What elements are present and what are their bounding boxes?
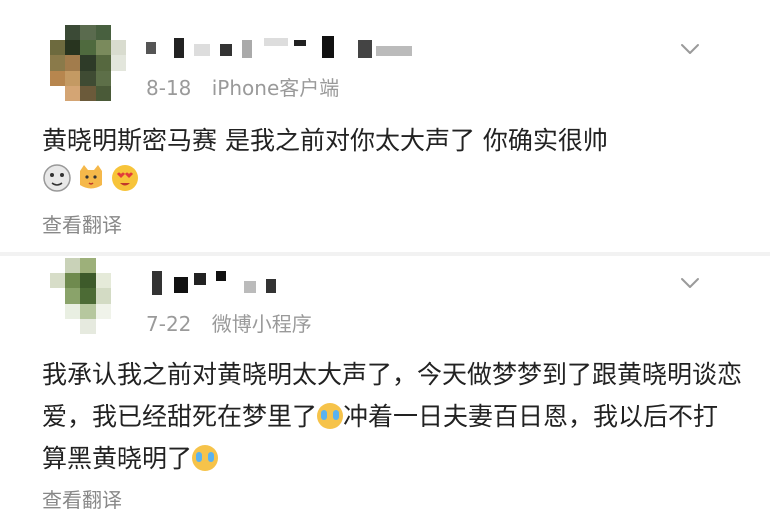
post-date: 8-18: [146, 76, 192, 100]
avatar[interactable]: [50, 25, 126, 101]
post-meta: 8-18 iPhone客户端: [146, 72, 339, 101]
username-blurred[interactable]: [146, 271, 296, 295]
heart-eyes-icon: [112, 165, 138, 191]
post-date: 7-22: [146, 312, 192, 336]
crying-icon: [192, 445, 219, 471]
cat-kiss-icon: [80, 165, 102, 189]
post-source: iPhone客户端: [211, 76, 340, 100]
comment-item: 7-22 微博小程序 我承认我之前对黄晓明太大声了，今天做梦梦到了跟黄晓明谈恋爱…: [0, 252, 770, 529]
comment-text: 黄晓明斯密马赛 是我之前对你太大声了 你确实很帅: [42, 126, 608, 155]
chevron-down-icon[interactable]: [679, 272, 701, 294]
chevron-down-icon[interactable]: [679, 38, 701, 60]
comment-item: 8-18 iPhone客户端 黄晓明斯密马赛 是我之前对你太大声了 你确实很帅 …: [0, 0, 770, 252]
comment-text: 我承认我之前对黄晓明太大声了，今天做梦梦到了跟黄晓明谈恋爱，我已经甜死在梦里了冲…: [42, 354, 742, 480]
emoji-row: [42, 163, 140, 193]
translate-link[interactable]: 查看翻译: [42, 484, 122, 513]
crying-icon: [317, 403, 344, 429]
username-blurred[interactable]: [146, 36, 416, 58]
post-meta: 7-22 微博小程序: [146, 308, 312, 337]
avatar[interactable]: [50, 258, 126, 334]
translate-link[interactable]: 查看翻译: [42, 209, 122, 238]
post-source: 微博小程序: [211, 312, 312, 336]
doge-icon: [43, 164, 71, 192]
